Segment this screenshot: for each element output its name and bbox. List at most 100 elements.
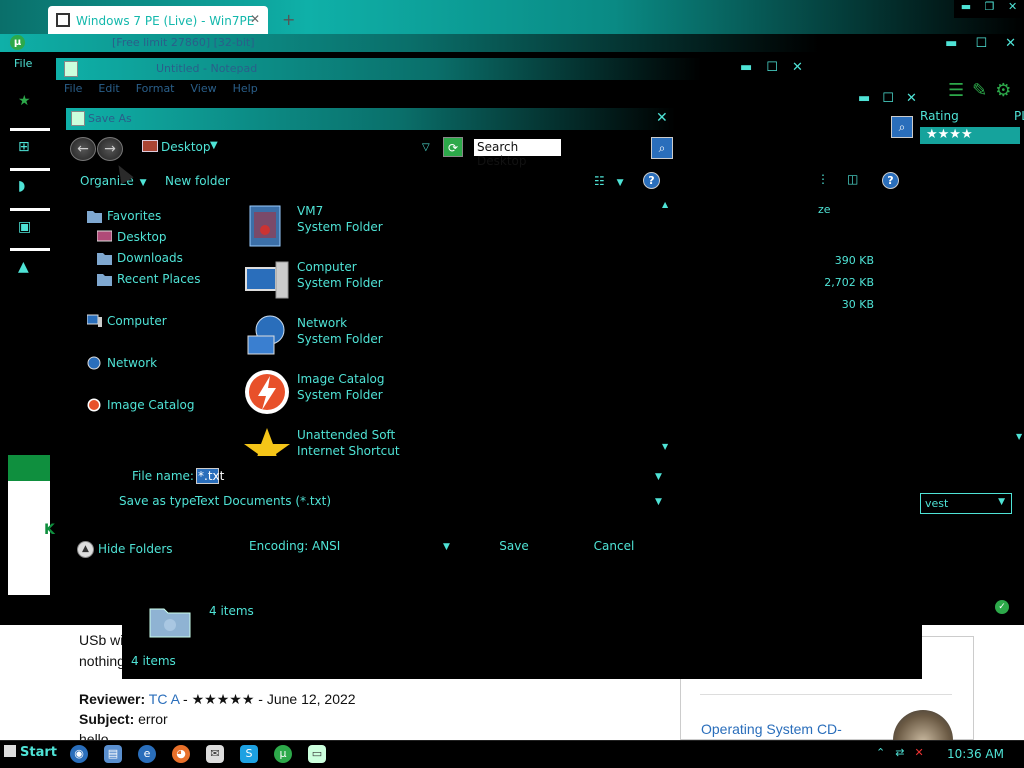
sidebar-product-link[interactable]: Operating System CD- (701, 721, 842, 737)
nav-recent-places[interactable]: Recent Places (117, 272, 200, 286)
bundle-icon[interactable]: ▲ (18, 259, 38, 277)
rating-stars[interactable]: ★★★★ (920, 127, 1020, 144)
nav-downloads[interactable]: Downloads (117, 251, 183, 265)
clock[interactable]: 10:36 AM (947, 747, 1004, 761)
hide-folders-button[interactable]: Hide Folders (98, 542, 173, 556)
menu-format[interactable]: Format (136, 82, 175, 95)
list-item[interactable]: VM7 System Folder (244, 200, 664, 256)
list-item[interactable]: Network System Folder (244, 312, 664, 368)
minimize-icon[interactable]: ▬ (740, 60, 752, 75)
chat-icon[interactable]: ✉ (206, 745, 224, 763)
chevron-down-icon[interactable]: ▼ (655, 497, 662, 507)
chevron-up-icon[interactable]: ▲ (77, 541, 94, 558)
list-item[interactable]: Computer System Folder (244, 256, 664, 312)
harvest-dropdown[interactable]: vest ▼ (920, 493, 1012, 514)
chevron-up-icon[interactable]: ⌃ (876, 746, 885, 759)
notepad-taskbar-icon[interactable]: ▭ (308, 745, 326, 763)
column-header-rating[interactable]: Rating (920, 109, 959, 123)
address-history-dropdown[interactable]: ▽ (422, 142, 430, 153)
review-stars: ★★★★★ (191, 691, 255, 707)
notepad-titlebar[interactable]: Untitled - Notepad (56, 58, 816, 80)
browser-icon[interactable]: e (138, 745, 156, 763)
notepad-title: Untitled - Notepad (156, 62, 258, 75)
forward-arrow-icon[interactable]: → (97, 137, 123, 161)
utorrent-menu-file[interactable]: File (14, 57, 32, 70)
minimize-icon[interactable]: ▬ (945, 36, 957, 51)
column-header-size[interactable]: ze (818, 203, 831, 216)
organize-button[interactable]: Organize ▼ (80, 174, 147, 188)
media-player-icon[interactable]: ◉ (70, 745, 88, 763)
close-icon[interactable]: ✕ (1005, 36, 1016, 51)
new-folder-button[interactable]: New folder (165, 174, 230, 188)
scroll-down-icon[interactable]: ▼ (662, 442, 668, 451)
network-tray-icon[interactable]: ⇄ (895, 746, 904, 759)
reviewer-link[interactable]: TC A (149, 691, 179, 707)
network-icon (87, 356, 101, 370)
star-icon[interactable]: ★ (18, 93, 38, 111)
search-icon[interactable]: ⌕ (891, 116, 913, 138)
maximize-icon[interactable]: ☐ (766, 60, 778, 75)
feeds-icon[interactable]: ◗ (18, 178, 38, 196)
file-name-input[interactable]: *.txt (196, 468, 224, 484)
address-breadcrumb[interactable]: Desktop (161, 140, 211, 154)
refresh-icon[interactable]: ⟳ (443, 137, 463, 157)
browser-tab[interactable]: Windows 7 PE (Live) - Win7PE ✕ (48, 6, 268, 34)
utorrent-taskbar-icon[interactable]: μ (274, 745, 292, 763)
preview-pane-icon[interactable]: ◫ (847, 172, 858, 186)
new-tab-button[interactable]: + (282, 10, 295, 29)
change-view-button[interactable]: ☷ ▼ (594, 174, 624, 188)
encoding-select[interactable]: ANSI (312, 539, 340, 553)
settings-icon[interactable]: ⚙ (995, 80, 1011, 101)
volume-icon[interactable]: ✕ (914, 746, 923, 759)
scroll-up-icon[interactable]: ▲ (662, 200, 668, 209)
menu-file[interactable]: File (64, 82, 82, 95)
chevron-down-icon[interactable]: ▼ (655, 472, 662, 482)
start-button[interactable]: Start (4, 745, 57, 760)
menu-help[interactable]: Help (233, 82, 258, 95)
chevron-down-icon[interactable]: ▼ (210, 140, 218, 151)
utorrent-titlebar[interactable]: μ [Free limit 27860] [32-bit] (0, 34, 1024, 52)
column-header-pl[interactable]: PL (1014, 109, 1024, 123)
menu-edit[interactable]: Edit (98, 82, 119, 95)
search-icon[interactable]: ⌕ (651, 137, 673, 159)
torrents-icon[interactable]: ⊞ (18, 139, 38, 157)
dialog-close-icon[interactable]: ✕ (656, 110, 668, 126)
nav-desktop[interactable]: Desktop (117, 230, 167, 244)
back-arrow-icon[interactable]: ← (70, 137, 96, 161)
close-icon[interactable]: ✕ (1008, 0, 1017, 18)
save-button[interactable]: Save (478, 534, 550, 558)
minimize-icon[interactable]: ▬ (961, 0, 971, 18)
nav-computer[interactable]: Computer (107, 314, 167, 328)
subject-label: Subject: (79, 711, 135, 727)
remote-icon[interactable]: ✎ (972, 80, 987, 101)
help-icon[interactable]: ? (882, 172, 899, 189)
list-item[interactable]: Unattended Soft Internet Shortcut (244, 424, 664, 456)
chevron-down-icon[interactable]: ▼ (443, 542, 450, 552)
tab-close-icon[interactable]: ✕ (250, 12, 260, 26)
search-input[interactable]: Search Desktop (474, 139, 561, 168)
nav-network[interactable]: Network (107, 356, 157, 370)
cancel-button[interactable]: Cancel (578, 534, 650, 558)
scroll-down-icon[interactable]: ▼ (1016, 432, 1022, 441)
device-icon[interactable]: ▣ (18, 219, 38, 237)
close-icon[interactable]: ✕ (792, 60, 803, 75)
nav-image-catalog[interactable]: Image Catalog (107, 398, 194, 412)
menu-view[interactable]: View (191, 82, 217, 95)
explorer-icon[interactable]: ▤ (104, 745, 122, 763)
nav-favorites[interactable]: Favorites (107, 209, 161, 223)
firefox-icon[interactable]: ◕ (172, 745, 190, 763)
recent-places-icon (97, 274, 112, 286)
minimize-icon[interactable]: ▬ (858, 91, 870, 106)
restore-icon[interactable]: ❐ (985, 0, 995, 18)
save-as-titlebar[interactable]: Save As (66, 108, 676, 130)
maximize-icon[interactable]: ☐ (882, 91, 894, 106)
list-item[interactable]: Image Catalog System Folder (244, 368, 664, 424)
skype-icon[interactable]: S (240, 745, 258, 763)
close-icon[interactable]: ✕ (906, 91, 917, 106)
more-options-icon[interactable]: ⋮ (817, 172, 829, 186)
list-view-icon[interactable]: ☰ (948, 80, 964, 101)
folder-icon (148, 603, 192, 639)
maximize-icon[interactable]: ☐ (975, 36, 987, 51)
save-type-select[interactable]: Text Documents (*.txt) (195, 494, 331, 508)
help-icon[interactable]: ? (643, 172, 660, 189)
